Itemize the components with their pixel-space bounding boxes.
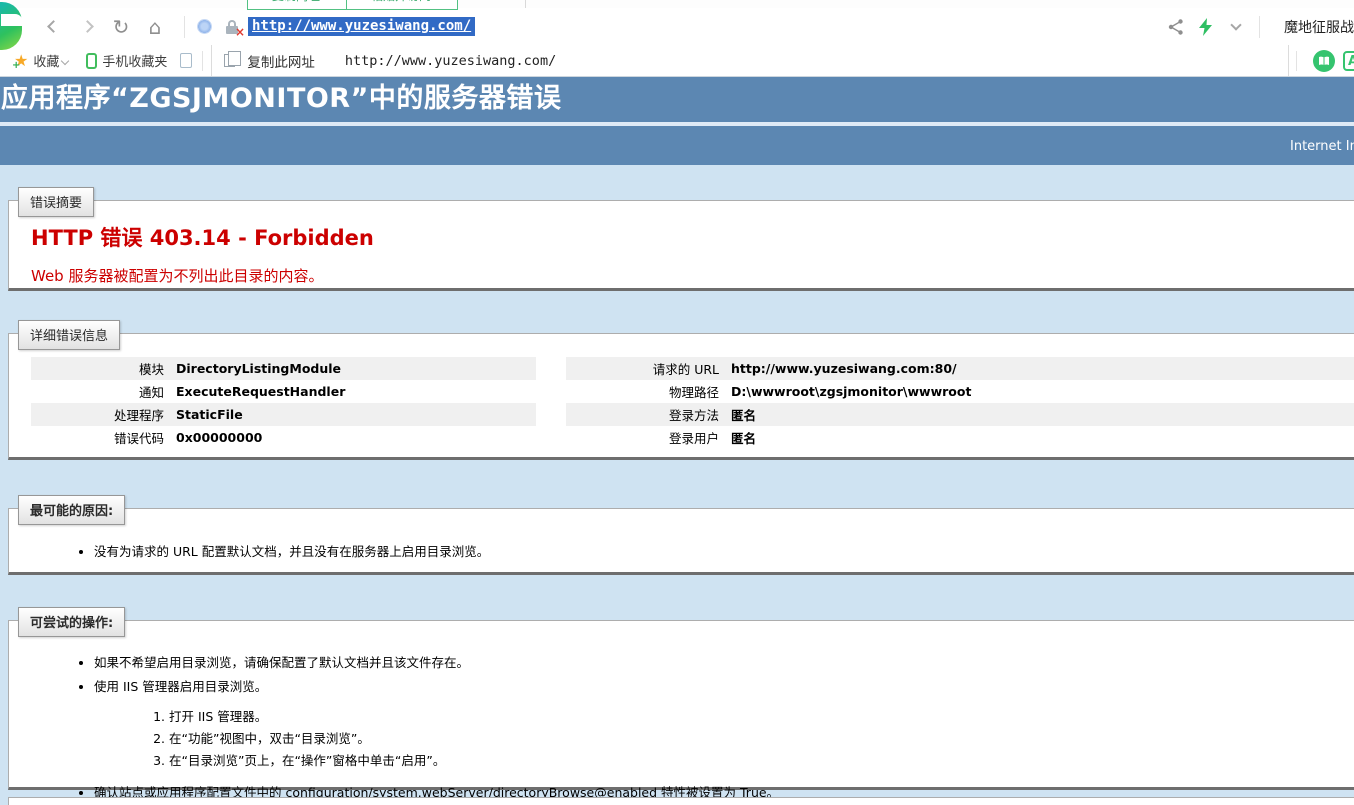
- reader-mode-icon[interactable]: [197, 19, 212, 34]
- error-summary-box: 错误摘要 HTTP 错误 403.14 - Forbidden Web 服务器被…: [8, 200, 1354, 291]
- links-box-clipped: [8, 797, 1354, 805]
- page-title: 应用程序“ZGSJMONITOR”中的服务器错误: [0, 77, 1354, 121]
- address-bar-url[interactable]: http://www.yuzesiwang.com/: [248, 17, 475, 36]
- table-row: 登录用户 匿名: [566, 426, 1354, 449]
- toolbar-right-separator: [1259, 16, 1260, 38]
- home-button[interactable]: ⌂: [138, 17, 172, 37]
- toolbar-separator: [184, 16, 185, 38]
- accelerator-button[interactable]: [1195, 18, 1217, 36]
- copy-url-menu-label: 复制此网址: [247, 51, 315, 71]
- forward-button[interactable]: [70, 22, 104, 31]
- table-row: 请求的 URL http://www.yuzesiwang.com:80/: [566, 357, 1354, 380]
- refresh-button[interactable]: ↻: [104, 17, 138, 37]
- try-item: 使用 IIS 管理器启用目录浏览。: [94, 676, 1354, 695]
- tab-divider: [525, 0, 526, 8]
- book-icon: [1318, 56, 1330, 66]
- bookmarks-right-separator: [1296, 51, 1297, 71]
- things-to-try-legend: 可尝试的操作:: [18, 607, 125, 637]
- mobile-favorites-label[interactable]: 手机收藏夹: [102, 51, 167, 70]
- likely-causes-box: 最可能的原因: 没有为请求的 URL 配置默认文档，并且没有在服务器上启用目录浏…: [8, 508, 1354, 575]
- favorites-label[interactable]: 收藏: [33, 51, 59, 70]
- iis-error-header: 应用程序“ZGSJMONITOR”中的服务器错误: [0, 77, 1354, 122]
- table-row: 登录方法 匿名: [566, 403, 1354, 426]
- things-to-try-box: 可尝试的操作: 如果不希望启用目录浏览，请确保配置了默认文档并且该文件存在。 使…: [8, 620, 1354, 790]
- chevron-down-icon: [1230, 19, 1241, 30]
- table-row: 通知 ExecuteRequestHandler: [31, 380, 536, 403]
- bookmarks-bar: ★+ 收藏 手机收藏夹 复制此网址 http://www.yuzesiwang.…: [0, 45, 1354, 77]
- address-context-popup: 复制网址 粘贴并访问: [247, 0, 458, 10]
- detail-table-right: 请求的 URL http://www.yuzesiwang.com:80/ 物理…: [566, 357, 1354, 449]
- try-step: 打开 IIS 管理器。: [169, 706, 1354, 725]
- try-step: 在“功能”视图中，双击“目录浏览”。: [169, 728, 1354, 747]
- toolbar-menu-button[interactable]: [1225, 24, 1247, 29]
- tab-strip[interactable]: 复制网址 粘贴并访问: [0, 0, 1354, 8]
- error-description: Web 服务器被配置为不列出此目录的内容。: [31, 252, 1354, 286]
- try-item: 如果不希望启用目录浏览，请确保配置了默认文档并且该文件存在。: [94, 652, 1354, 671]
- translate-icon: A: [1348, 54, 1354, 69]
- copy-url-menu-item[interactable]: 复制此网址 http://www.yuzesiwang.com/: [211, 45, 1289, 76]
- favorites-star-icon[interactable]: ★+: [14, 53, 28, 69]
- detailed-error-legend: 详细错误信息: [18, 320, 120, 350]
- back-icon: [47, 20, 60, 33]
- favorites-chevron-icon[interactable]: [61, 56, 69, 64]
- share-icon: [1167, 18, 1185, 36]
- browser-logo-icon[interactable]: [0, 2, 22, 50]
- lightning-icon: [1199, 18, 1213, 36]
- insecure-lock-icon[interactable]: ×: [224, 18, 242, 36]
- back-button[interactable]: [36, 22, 70, 31]
- error-heading: HTTP 错误 403.14 - Forbidden: [31, 201, 1354, 252]
- browser-window: 复制网址 粘贴并访问 ↻ ⌂ × http://www.yuzesiwang.c…: [0, 0, 1354, 805]
- likely-causes-legend: 最可能的原因:: [18, 495, 125, 525]
- error-summary-legend: 错误摘要: [18, 187, 94, 217]
- page-bookmark-icon[interactable]: [180, 53, 192, 68]
- translate-button[interactable]: A: [1343, 51, 1354, 71]
- table-row: 物理路径 D:\wwwroot\zgsjmonitor\wwwroot: [566, 380, 1354, 403]
- iis-subheader: Internet Information Services 7.0: [0, 126, 1354, 165]
- copy-pages-icon: [224, 54, 235, 67]
- detailed-error-box: 详细错误信息 模块 DirectoryListingModule 通知 Exec…: [8, 333, 1354, 460]
- table-row: 错误代码 0x00000000: [31, 426, 536, 449]
- try-step: 在“目录浏览”页上，在“操作”窗格中单击“启用”。: [169, 750, 1354, 769]
- table-row: 处理程序 StaticFile: [31, 403, 536, 426]
- server-banner: Internet Information Services 7.0: [1290, 139, 1354, 154]
- table-row: 模块 DirectoryListingModule: [31, 357, 536, 380]
- copy-url-label: 复制网址: [272, 0, 320, 4]
- browser-toolbar: ↻ ⌂ × http://www.yuzesiwang.com/: [0, 8, 1354, 45]
- copy-url-button[interactable]: 复制网址: [248, 0, 346, 9]
- paste-and-visit-label: 粘贴并访问: [371, 0, 431, 4]
- reading-list-button[interactable]: [1313, 50, 1335, 72]
- share-button[interactable]: [1165, 18, 1187, 36]
- toolbar-right-text[interactable]: 魔地征服战: [1284, 17, 1354, 37]
- mobile-favorites-icon[interactable]: [86, 53, 97, 69]
- forward-icon: [81, 20, 94, 33]
- home-icon: ⌂: [149, 17, 162, 37]
- paste-and-visit-button[interactable]: 粘贴并访问: [346, 0, 457, 9]
- refresh-icon: ↻: [113, 17, 130, 37]
- bookmarks-separator: [202, 51, 203, 71]
- iis-error-body: 错误摘要 HTTP 错误 403.14 - Forbidden Web 服务器被…: [0, 165, 1354, 805]
- cause-item: 没有为请求的 URL 配置默认文档，并且没有在服务器上启用目录浏览。: [94, 541, 1354, 560]
- copy-url-menu-url: http://www.yuzesiwang.com/: [345, 53, 556, 69]
- detail-table-left: 模块 DirectoryListingModule 通知 ExecuteRequ…: [31, 357, 536, 449]
